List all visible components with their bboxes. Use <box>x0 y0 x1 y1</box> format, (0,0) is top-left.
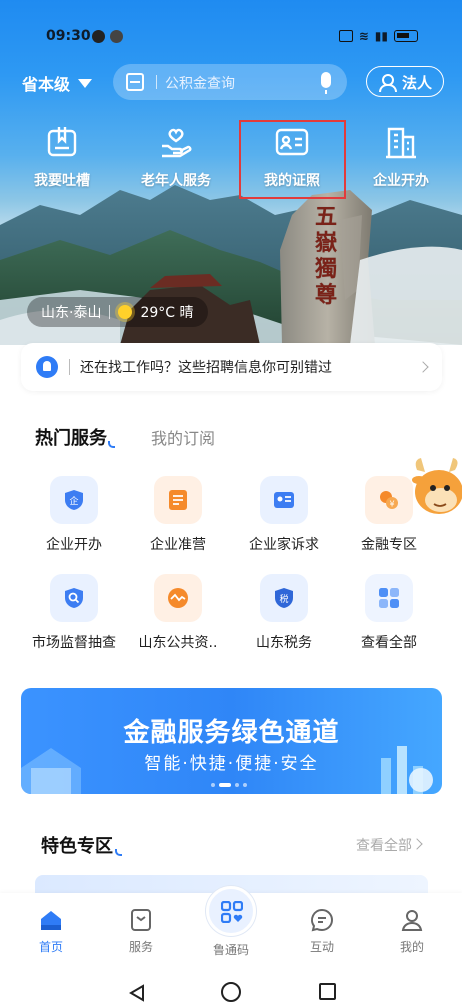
home-icon <box>38 907 64 933</box>
quick-link-label: 我要吐槽 <box>34 173 90 189</box>
home-circle-icon[interactable] <box>221 982 241 1002</box>
weather-label: 29°C 晴 <box>140 305 194 321</box>
top-bar: 省本级 公积金查询 法人 <box>0 62 462 102</box>
featured-view-all[interactable]: 查看全部 <box>356 835 412 855</box>
complaint-icon <box>44 124 80 160</box>
region-label: 省本级 <box>22 75 71 94</box>
quick-link-label: 企业开办 <box>373 173 429 189</box>
svg-text:税: 税 <box>279 593 288 605</box>
featured-title: 特色专区 <box>41 832 122 858</box>
sun-icon <box>118 305 133 319</box>
app-status-icon <box>110 30 123 43</box>
enterprise-shield-icon: 企 <box>50 476 98 524</box>
banner-title: 金融服务绿色通道 <box>123 718 340 748</box>
status-time: 09:30 <box>46 28 91 44</box>
grid-apps-icon <box>365 574 413 622</box>
tab-my-subscriptions[interactable]: 我的订阅 <box>151 425 215 449</box>
cow-mascot-icon[interactable] <box>405 452 462 527</box>
location-label: 山东·泰山 <box>41 305 102 321</box>
legal-entity-label: 法人 <box>402 74 433 92</box>
service-label: 山东税务 <box>256 635 312 651</box>
bell-icon <box>36 356 58 378</box>
signal-icon: ▮▮ <box>374 29 388 43</box>
service-shandong-tax[interactable]: 税 山东税务 <box>232 574 336 652</box>
weather-divider <box>109 305 111 319</box>
nav-label: 互动 <box>309 940 334 954</box>
chevron-right-icon <box>411 838 423 850</box>
svg-text:¥: ¥ <box>389 500 394 509</box>
nav-label: 我的 <box>399 940 424 954</box>
service-label: 市场监督抽查 <box>32 635 116 651</box>
highlight-box <box>239 120 346 199</box>
services-panel: 热门服务 我的订阅 企 企业开办 企业准营 企业家诉求 ¥ 金融专区 市场监督抽… <box>21 406 442 674</box>
search-divider <box>156 75 157 89</box>
bottom-nav: 首页 服务 鲁通码 互动 我的 <box>0 886 462 965</box>
legal-entity-button[interactable]: 法人 <box>366 66 444 97</box>
service-label: 查看全部 <box>361 635 417 651</box>
status-bar: 09:30 ≋ ▮▮ <box>0 22 462 52</box>
svg-text:企: 企 <box>69 495 78 507</box>
nav-lutong-label[interactable]: 鲁通码 <box>201 941 261 961</box>
nav-label: 鲁通码 <box>212 943 249 957</box>
nav-mine[interactable]: 我的 <box>382 907 442 955</box>
recents-square-icon[interactable] <box>319 983 336 1000</box>
service-label: 企业准营 <box>150 537 206 553</box>
nav-interact[interactable]: 互动 <box>292 907 352 955</box>
system-nav-bar <box>0 965 462 1007</box>
service-view-all[interactable]: 查看全部 <box>337 574 441 652</box>
service-market-inspection[interactable]: 市场监督抽查 <box>22 574 126 652</box>
license-icon <box>154 476 202 524</box>
notice-divider <box>69 359 70 375</box>
user-icon <box>379 74 397 92</box>
service-icon <box>128 907 154 933</box>
nav-label: 首页 <box>38 940 63 954</box>
quick-link-enterprise[interactable]: 企业开办 <box>346 124 456 190</box>
quick-link-elderly[interactable]: 老年人服务 <box>121 124 231 190</box>
qr-heart-icon <box>221 901 243 923</box>
nav-home[interactable]: 首页 <box>21 907 81 955</box>
weather-chip: 山东·泰山 29°C 晴 <box>27 297 208 327</box>
banner-subtitle: 智能·快捷·便捷·安全 <box>144 754 319 774</box>
elderly-service-icon <box>158 124 194 160</box>
inspection-icon <box>50 574 98 622</box>
back-triangle-icon[interactable] <box>128 984 146 1002</box>
wifi-icon: ≋ <box>358 29 369 43</box>
scan-icon[interactable] <box>126 73 144 91</box>
finance-banner[interactable]: 金融服务绿色通道 智能·快捷·便捷·安全 <box>21 688 442 794</box>
tab-hot-services[interactable]: 热门服务 <box>35 424 115 450</box>
notice-bar[interactable]: 还在找工作吗？这些招聘信息你可别错过 <box>21 343 442 391</box>
search-placeholder: 公积金查询 <box>165 76 235 92</box>
vibrate-icon <box>338 30 353 42</box>
chevron-right-icon <box>417 361 429 373</box>
hero-banner: 09:30 ≋ ▮▮ 省本级 公积金查询 法人 我要吐槽 老年人服务 我的证照 … <box>0 0 462 345</box>
quick-link-label: 老年人服务 <box>141 173 211 189</box>
quick-link-complaint[interactable]: 我要吐槽 <box>7 124 117 190</box>
service-label: 企业开办 <box>46 537 102 553</box>
battery-icon <box>394 30 418 42</box>
service-label: 山东公共资.. <box>138 635 218 651</box>
service-public-resources[interactable]: 山东公共资.. <box>126 574 230 652</box>
nav-service[interactable]: 服务 <box>111 907 171 955</box>
entrepreneur-card-icon <box>260 476 308 524</box>
rock-inscription: 五嶽獨尊 <box>315 205 338 308</box>
notice-text: 还在找工作吗？这些招聘信息你可别错过 <box>80 360 332 376</box>
tax-shield-icon: 税 <box>260 574 308 622</box>
microphone-icon[interactable] <box>321 72 331 94</box>
region-selector[interactable]: 省本级 <box>22 71 93 95</box>
service-label: 企业家诉求 <box>249 537 319 553</box>
service-enterprise-setup[interactable]: 企 企业开办 <box>22 476 126 554</box>
nav-label: 服务 <box>128 940 153 954</box>
search-bar[interactable]: 公积金查询 <box>113 64 347 100</box>
notification-icon <box>92 30 105 43</box>
chevron-down-icon <box>78 79 93 88</box>
service-enterprise-permit[interactable]: 企业准营 <box>126 476 230 554</box>
building-icon <box>383 124 419 160</box>
service-label: 金融专区 <box>361 537 417 553</box>
carousel-dots <box>211 783 247 787</box>
public-resource-icon <box>154 574 202 622</box>
profile-icon <box>399 907 425 933</box>
lutong-code-button[interactable] <box>206 886 256 936</box>
chat-icon <box>309 907 335 933</box>
service-entrepreneur-appeal[interactable]: 企业家诉求 <box>232 476 336 554</box>
